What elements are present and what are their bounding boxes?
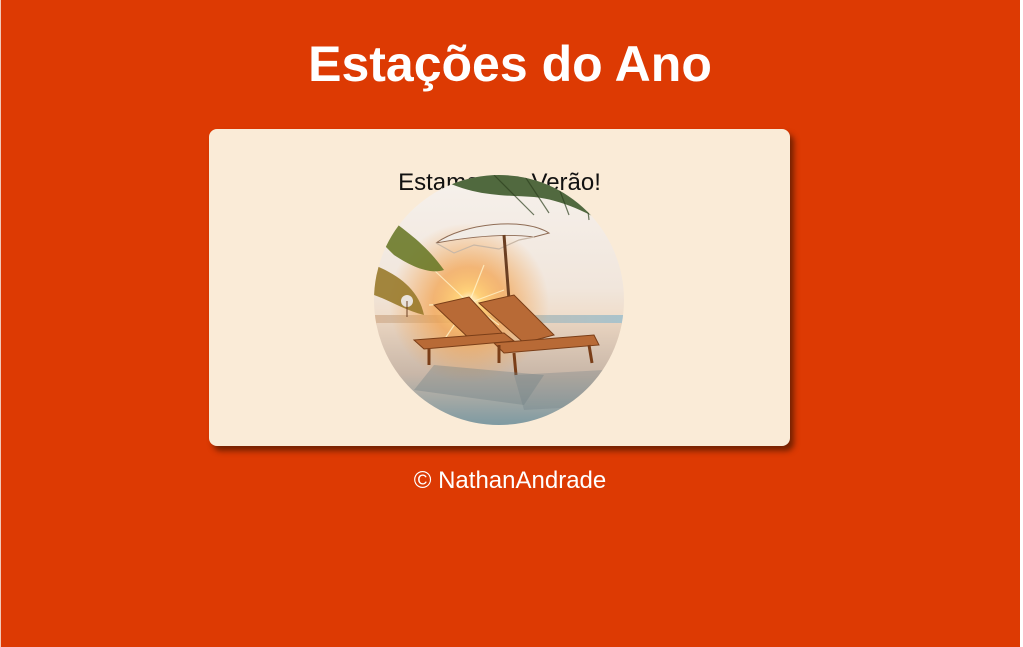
window-edge-left: [0, 0, 1, 647]
footer-copyright: © NathanAndrade: [413, 467, 607, 494]
page-title: Estações do Ano: [308, 36, 712, 92]
season-card: Estamos no Verão!: [209, 129, 790, 446]
beach-sunset-photo: [374, 175, 624, 425]
